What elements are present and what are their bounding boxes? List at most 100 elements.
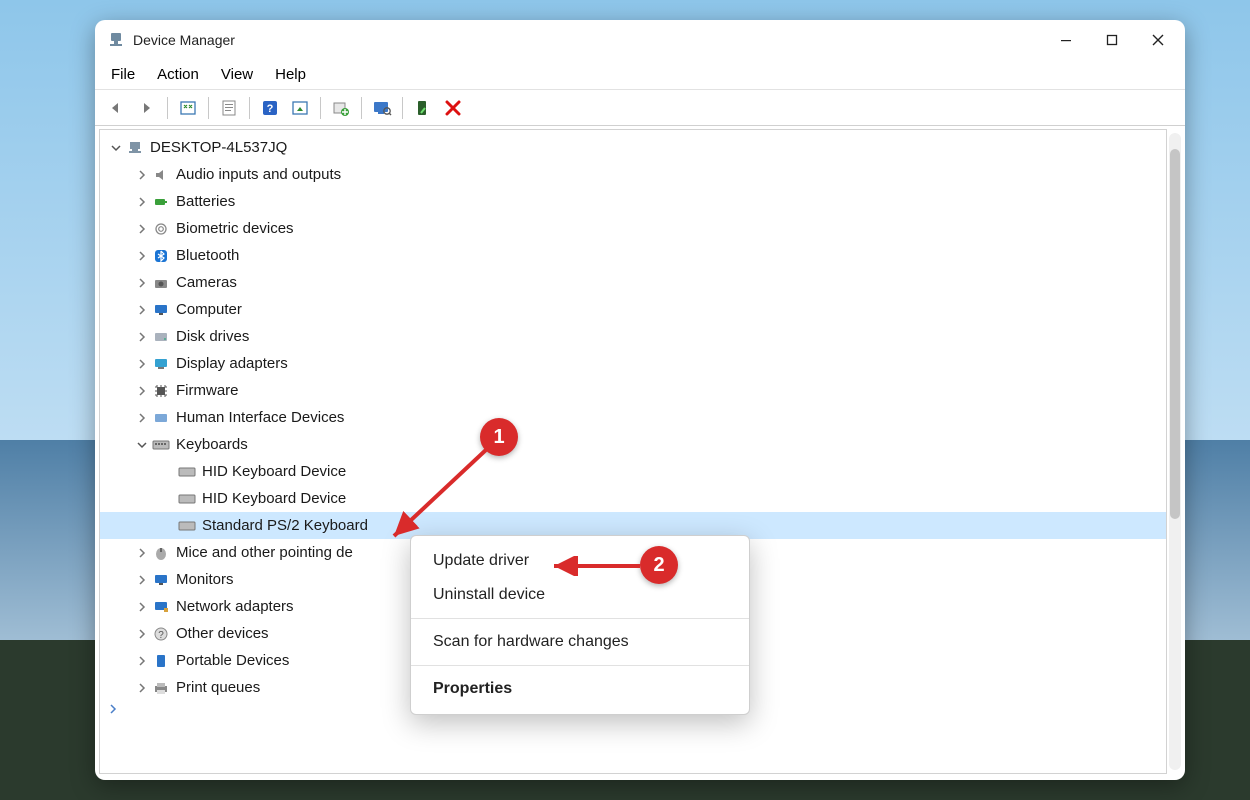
tree-category-label: Mice and other pointing de <box>176 544 353 561</box>
tree-category-keyboards[interactable]: Keyboards <box>100 431 1166 458</box>
context-menu-separator <box>411 618 749 619</box>
chevron-right-icon[interactable] <box>134 545 150 561</box>
close-button[interactable] <box>1135 20 1181 60</box>
tree-category-label: Audio inputs and outputs <box>176 166 341 183</box>
toolbar-enable-device-button[interactable] <box>409 95 437 121</box>
show-hidden-icon <box>179 100 197 116</box>
window-title: Device Manager <box>133 32 235 48</box>
scan-hardware-icon <box>372 100 392 116</box>
chevron-right-icon[interactable] <box>134 194 150 210</box>
chevron-right-icon[interactable] <box>134 356 150 372</box>
chevron-down-icon[interactable] <box>108 140 124 156</box>
svg-text:?: ? <box>267 103 274 115</box>
context-menu-separator <box>411 665 749 666</box>
tree-category-label: Computer <box>176 301 242 318</box>
chevron-right-icon[interactable] <box>134 626 150 642</box>
context-menu-properties[interactable]: Properties <box>411 672 749 706</box>
properties-sheet-icon <box>221 100 237 116</box>
chevron-right-icon[interactable] <box>134 275 150 291</box>
disk-icon <box>152 328 170 346</box>
camera-icon <box>152 274 170 292</box>
chevron-right-icon[interactable] <box>134 383 150 399</box>
maximize-icon <box>1106 34 1118 46</box>
tree-category-label: Biometric devices <box>176 220 294 237</box>
menu-view[interactable]: View <box>211 63 263 86</box>
menubar: File Action View Help <box>95 60 1185 90</box>
tree-category-computer[interactable]: Computer <box>100 296 1166 323</box>
toolbar-scan-hardware-button[interactable] <box>368 95 396 121</box>
speaker-icon <box>152 166 170 184</box>
tree-category-label: Print queues <box>176 679 260 696</box>
toolbar: ? <box>95 90 1185 126</box>
network-icon <box>152 598 170 616</box>
maximize-button[interactable] <box>1089 20 1135 60</box>
scrollbar-thumb[interactable] <box>1170 149 1180 519</box>
chevron-right-icon[interactable] <box>134 302 150 318</box>
chevron-right-icon[interactable] <box>134 599 150 615</box>
tree-root-node[interactable]: DESKTOP-4L537JQ <box>100 134 1166 161</box>
mouse-icon <box>152 544 170 562</box>
annotation-badge-2: 2 <box>640 546 678 584</box>
vertical-scrollbar[interactable] <box>1169 133 1181 770</box>
context-menu-uninstall-device[interactable]: Uninstall device <box>411 578 749 612</box>
context-menu-update-driver[interactable]: Update driver <box>411 544 749 578</box>
tree-category-disk-drives[interactable]: Disk drives <box>100 323 1166 350</box>
tree-device-hid-keyboard-2[interactable]: HID Keyboard Device <box>100 485 1166 512</box>
tree-category-display-adapters[interactable]: Display adapters <box>100 350 1166 377</box>
tree-category-firmware[interactable]: Firmware <box>100 377 1166 404</box>
tree-category-hid[interactable]: Human Interface Devices <box>100 404 1166 431</box>
tree-category-label: Batteries <box>176 193 235 210</box>
toolbar-action-view-button[interactable] <box>286 95 314 121</box>
menu-file[interactable]: File <box>101 63 145 86</box>
tree-device-hid-keyboard-1[interactable]: HID Keyboard Device <box>100 458 1166 485</box>
toolbar-separator <box>320 97 321 119</box>
forward-arrow-icon <box>138 101 156 115</box>
back-arrow-icon <box>108 101 126 115</box>
tree-category-label: Firmware <box>176 382 239 399</box>
chevron-right-icon[interactable] <box>134 680 150 696</box>
chevron-right-icon[interactable] <box>134 572 150 588</box>
menu-help[interactable]: Help <box>265 63 316 86</box>
close-icon <box>1152 34 1164 46</box>
chevron-down-icon[interactable] <box>134 437 150 453</box>
tree-device-label: Standard PS/2 Keyboard <box>202 517 368 534</box>
toolbar-update-driver-button[interactable] <box>327 95 355 121</box>
uninstall-device-icon <box>445 100 461 116</box>
chevron-right-icon[interactable] <box>134 410 150 426</box>
toolbar-show-hidden-button[interactable] <box>174 95 202 121</box>
computer-root-icon <box>126 139 144 157</box>
toolbar-help-button[interactable]: ? <box>256 95 284 121</box>
menu-action[interactable]: Action <box>147 63 209 86</box>
chevron-right-icon[interactable] <box>134 329 150 345</box>
tree-category-batteries[interactable]: Batteries <box>100 188 1166 215</box>
tree-category-biometric[interactable]: Biometric devices <box>100 215 1166 242</box>
toolbar-separator <box>361 97 362 119</box>
action-view-icon <box>291 100 309 116</box>
monitor-icon <box>152 301 170 319</box>
toolbar-properties-button[interactable] <box>215 95 243 121</box>
titlebar[interactable]: Device Manager <box>95 20 1185 60</box>
tree-category-label: Human Interface Devices <box>176 409 344 426</box>
tree-category-label: Portable Devices <box>176 652 289 669</box>
tree-category-label: Keyboards <box>176 436 248 453</box>
toolbar-separator <box>208 97 209 119</box>
minimize-button[interactable] <box>1043 20 1089 60</box>
context-menu-scan-hardware[interactable]: Scan for hardware changes <box>411 625 749 659</box>
enable-device-icon <box>415 100 431 116</box>
chevron-right-icon[interactable] <box>134 653 150 669</box>
toolbar-uninstall-device-button[interactable] <box>439 95 467 121</box>
toolbar-separator <box>249 97 250 119</box>
tree-category-label: Cameras <box>176 274 237 291</box>
chevron-right-icon[interactable] <box>134 248 150 264</box>
monitor-icon <box>152 571 170 589</box>
toolbar-forward-button[interactable] <box>133 95 161 121</box>
unknown-device-icon: ? <box>152 625 170 643</box>
tree-category-label: Bluetooth <box>176 247 239 264</box>
tree-category-bluetooth[interactable]: Bluetooth <box>100 242 1166 269</box>
portable-device-icon <box>152 652 170 670</box>
tree-category-audio[interactable]: Audio inputs and outputs <box>100 161 1166 188</box>
tree-category-cameras[interactable]: Cameras <box>100 269 1166 296</box>
toolbar-back-button[interactable] <box>103 95 131 121</box>
chevron-right-icon[interactable] <box>134 167 150 183</box>
chevron-right-icon[interactable] <box>134 221 150 237</box>
